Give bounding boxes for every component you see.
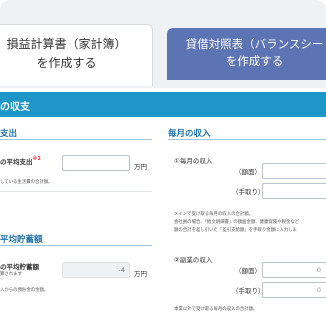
main-gross-input[interactable] <box>262 163 326 179</box>
side-gross-label: （額面） <box>235 267 261 275</box>
main-income-label: ①毎月の収入 <box>174 157 213 165</box>
income-heading: 毎月の収入 <box>168 129 211 139</box>
side-net-input[interactable]: 0 <box>262 282 326 298</box>
avg-savings-sub: 算されます <box>0 272 22 277</box>
required-mark: ※1 <box>32 156 41 162</box>
section-band-title: の収支 <box>0 102 30 113</box>
avg-expense-note: している生活費の合計額。 <box>0 180 53 185</box>
side-income-note: 本業以外で受け取る毎月の収入の合計額。 <box>174 307 258 312</box>
avg-savings-note: 入からの預貯金の金額。 <box>0 288 49 293</box>
app-frame: 損益計算書（家計簿） を作成する 貸借対照表（バランスシー を作成する の収支 … <box>0 0 326 314</box>
side-gross-value: 0 <box>316 266 321 274</box>
left-divider <box>0 191 152 192</box>
avg-expense-input[interactable] <box>62 155 130 171</box>
avg-savings-output: -4 <box>62 262 130 278</box>
main-content: の収支 支出 の平均支出※1 万円 している生活費の合計額。 平均貯蓄額 の平均… <box>0 88 326 314</box>
avg-savings-value: -4 <box>118 266 125 274</box>
main-income-note-3: 額の合計を差し引いた「差引支給額」を手取り金額に入力しま <box>174 228 297 233</box>
tab-balance-sheet-line1: 貸借対照表（バランスシー <box>185 37 324 51</box>
expense-heading: 支出 <box>0 129 18 139</box>
main-net-label: （手取り） <box>232 188 265 196</box>
avg-savings-label: の平均貯蓄額 <box>0 263 39 271</box>
main-gross-label: （額面） <box>235 168 261 176</box>
tab-income-statement[interactable]: 損益計算書（家計簿） を作成する <box>0 24 153 86</box>
side-net-value: 0 <box>316 286 321 294</box>
main-income-note-2: 会社員の場合、「給文明細書」の額面金額、健康保険や税金など <box>174 220 300 225</box>
main-income-note-1: メインで受け取る毎月の収入の合計額。 <box>174 212 254 217</box>
income-heading-rule <box>168 139 326 140</box>
side-net-label: （手取り） <box>232 287 265 295</box>
tab-income-statement-line2: を作成する <box>36 56 97 70</box>
avg-expense-label: の平均支出※1 <box>0 156 41 166</box>
side-gross-input[interactable]: 0 <box>262 262 326 278</box>
savings-heading: 平均貯蓄額 <box>0 235 43 245</box>
savings-heading-rule <box>0 245 152 246</box>
section-band: の収支 <box>0 92 326 117</box>
avg-savings-unit: 万円 <box>134 270 147 278</box>
expense-heading-rule <box>0 139 152 140</box>
tab-balance-sheet-line2: を作成する <box>225 54 284 68</box>
main-net-input[interactable] <box>262 183 326 199</box>
tab-income-statement-line1: 損益計算書（家計簿） <box>6 37 127 51</box>
avg-expense-unit: 万円 <box>134 163 147 171</box>
side-income-label: ②副業の収入 <box>174 256 213 264</box>
tab-balance-sheet[interactable]: 貸借対照表（バランスシー を作成する <box>167 28 326 80</box>
